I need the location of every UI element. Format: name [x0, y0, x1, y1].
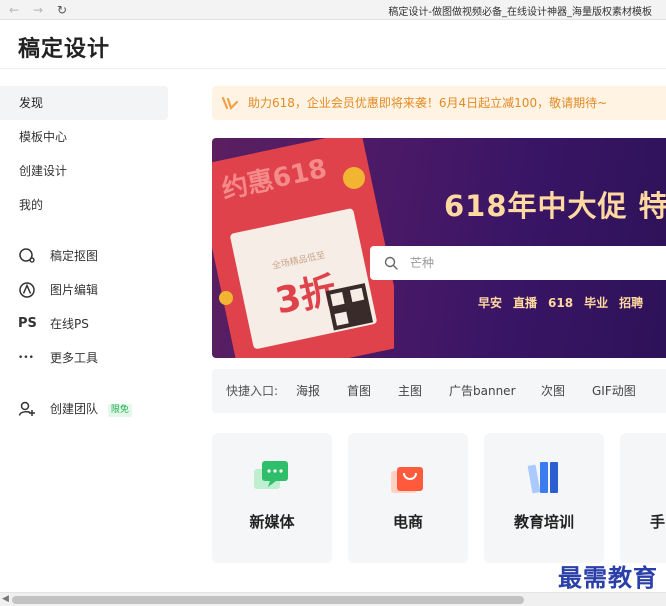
- sidebar-item-mine[interactable]: 我的: [0, 188, 168, 222]
- hot-search-tags: 早安 直播 618 毕业 招聘: [478, 292, 654, 311]
- sidebar-tool-online-ps[interactable]: PS 在线PS: [0, 311, 168, 337]
- more-dots-icon: •••: [18, 353, 34, 363]
- sidebar-tool-label: 稿定抠图: [50, 249, 99, 263]
- promo-poster-image: 全场精品低至 3折 约惠618: [212, 138, 394, 358]
- hot-tag[interactable]: 毕业: [584, 296, 608, 310]
- hot-tag[interactable]: 直播: [513, 296, 537, 310]
- watermark: 最需教育: [558, 563, 658, 592]
- cutout-icon: [19, 248, 35, 263]
- sidebar-tool-image-edit[interactable]: 图片编辑: [0, 277, 168, 303]
- quick-entry-bar: 快捷入口: 海报 首图 主图 广告banner 次图 GIF动图: [212, 369, 666, 413]
- sidebar-tool-cutout[interactable]: 稿定抠图: [0, 243, 168, 269]
- quick-link-secondary-image[interactable]: 次图: [541, 369, 565, 413]
- hero-title: 618年中大促 特: [444, 189, 666, 223]
- search-input[interactable]: [410, 246, 660, 280]
- quick-link-ad-banner[interactable]: 广告banner: [449, 369, 516, 413]
- scrollbar-thumb[interactable]: [12, 596, 524, 604]
- scroll-left-icon[interactable]: ◀: [2, 594, 9, 604]
- forward-icon[interactable]: →: [30, 2, 46, 18]
- quick-link-main-image[interactable]: 主图: [398, 369, 422, 413]
- sidebar-item-templates[interactable]: 模板中心: [0, 120, 168, 154]
- category-card-label: 新媒体: [249, 513, 295, 531]
- megaphone-icon: [222, 96, 238, 110]
- quick-link-poster[interactable]: 海报: [296, 369, 320, 413]
- app-header: 稿定设计: [0, 21, 666, 69]
- refresh-icon[interactable]: ↻: [54, 2, 70, 18]
- sidebar-tool-label: 创建团队: [50, 402, 99, 416]
- sidebar-tool-label: 更多工具: [50, 351, 99, 365]
- category-card-ecommerce[interactable]: 电商: [348, 433, 468, 563]
- chat-bubble-icon: [254, 461, 288, 489]
- sidebar-create-team[interactable]: 创建团队 限免: [0, 396, 168, 422]
- ps-icon: PS: [18, 316, 37, 331]
- category-card-education[interactable]: 教育培训: [484, 433, 604, 563]
- add-team-icon: [18, 401, 35, 416]
- search-icon[interactable]: [384, 256, 398, 270]
- horizontal-scrollbar[interactable]: ◀: [0, 592, 666, 606]
- category-card-label: 电商: [392, 513, 423, 531]
- image-edit-icon: [19, 282, 35, 298]
- sidebar: 发现 模板中心 创建设计 我的 稿定抠图 图片编辑 PS 在线PS ••• 更多…: [0, 70, 190, 590]
- browser-toolbar: ← → ↻ 稿定设计-做图做视频必备_在线设计神器_海量版权素材模板: [0, 0, 666, 20]
- category-card-label: 手: [650, 513, 666, 531]
- sidebar-item-discover[interactable]: 发现: [0, 86, 168, 120]
- promo-notice-text: 助力618，企业会员优惠即将来袭！6月4日起立减100，敬请期待~: [248, 96, 608, 110]
- books-icon: [527, 462, 558, 494]
- sidebar-tool-label: 在线PS: [50, 317, 89, 331]
- hot-tag[interactable]: 招聘: [619, 296, 643, 310]
- free-badge: 限免: [107, 404, 132, 417]
- back-icon[interactable]: ←: [6, 2, 22, 18]
- app-logo[interactable]: 稿定设计: [18, 31, 110, 63]
- hot-tag[interactable]: 早安: [478, 296, 502, 310]
- quick-link-gif[interactable]: GIF动图: [592, 369, 636, 413]
- browser-window-title: 稿定设计-做图做视频必备_在线设计神器_海量版权素材模板: [388, 7, 652, 18]
- sidebar-tool-label: 图片编辑: [50, 283, 99, 297]
- category-card-partial[interactable]: 手: [620, 433, 666, 563]
- quick-entry-label: 快捷入口:: [226, 384, 279, 398]
- hot-tag[interactable]: 618: [548, 296, 573, 310]
- sidebar-item-create-design[interactable]: 创建设计: [0, 154, 168, 188]
- sidebar-tool-more[interactable]: ••• 更多工具: [0, 345, 168, 371]
- category-card-label: 教育培训: [513, 513, 574, 531]
- promo-notice[interactable]: 助力618，企业会员优惠即将来袭！6月4日起立减100，敬请期待~: [212, 86, 666, 120]
- quick-link-cover[interactable]: 首图: [347, 369, 371, 413]
- template-search-box[interactable]: [370, 246, 666, 280]
- category-card-new-media[interactable]: 新媒体: [212, 433, 332, 563]
- hero-banner[interactable]: 全场精品低至 3折 约惠618 618年中大促 特 早安直播 618 毕业招聘: [212, 138, 666, 358]
- shopping-bag-icon: [391, 467, 423, 493]
